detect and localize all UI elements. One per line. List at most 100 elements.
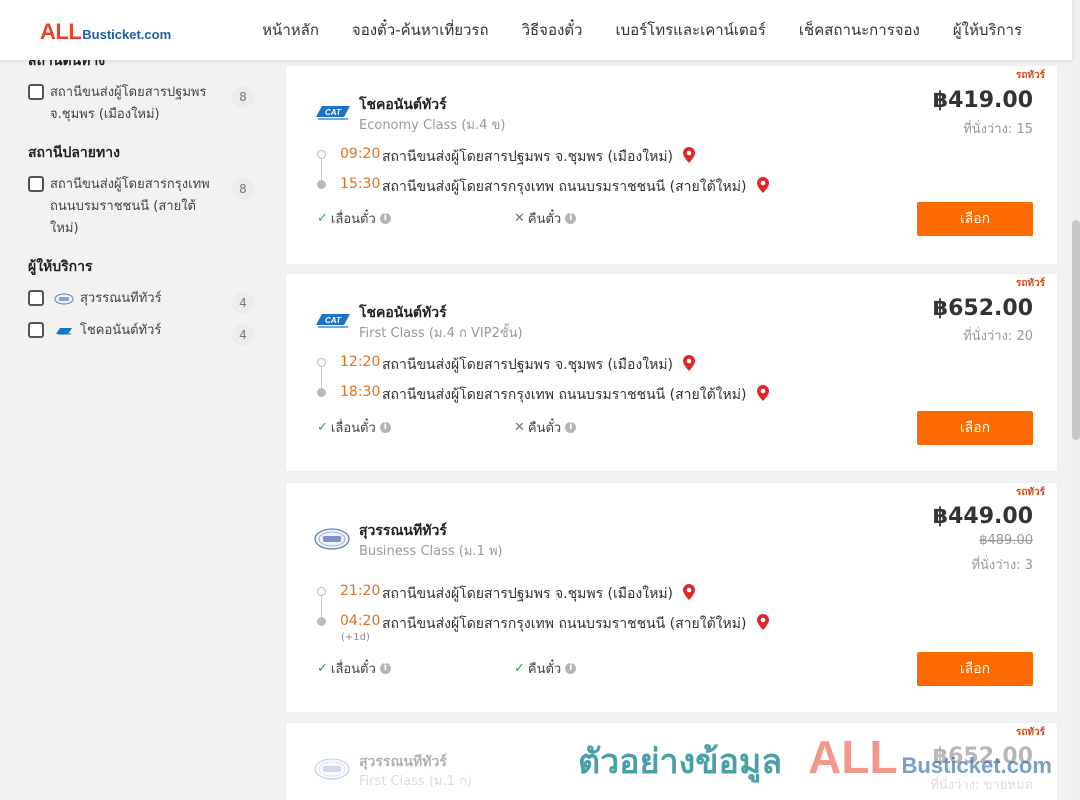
arrival-station: สถานีขนส่งผู้โดยสารกรุงเทพ ถนนบรมราชชนนี… (382, 613, 769, 635)
watermark-text: ตัวอย่างข้อมูล (578, 742, 783, 782)
arrival-station: สถานีขนส่งผู้โดยสารกรุงเทพ ถนนบรมราชชนนี… (382, 384, 769, 406)
departure-time: 21:20 (340, 583, 381, 599)
nav-check-booking[interactable]: เช็คสถานะการจอง (799, 18, 920, 42)
info-icon[interactable]: i (379, 422, 391, 433)
cross-icon: ✕ (514, 420, 525, 435)
main-nav: หน้าหลัก จองตั๋ว-ค้นหาเที่ยวรถ วิธีจองตั… (262, 0, 1022, 60)
arrival-station-name: สถานีขนส่งผู้โดยสารกรุงเทพ ถนนบรมราชชนนี… (382, 387, 747, 403)
refund-feature: ✕ คืนตั๋ว i (514, 208, 577, 229)
operator-filter-title: ผู้ให้บริการ (28, 259, 93, 275)
filter-sidebar: สถานีต้นทาง สถานีขนส่งผู้โดยสารปฐมพร จ.ช… (28, 50, 258, 346)
departure-station: สถานีขนส่งผู้โดยสารปฐมพร จ.ชุมพร (เมืองใ… (382, 583, 696, 605)
reschedule-label: เลื่อนตั๋ว (330, 212, 376, 227)
trip-card: รถทัวร์ CAT โชคอนันต์ทัวร์ Economy Class… (286, 66, 1057, 264)
destination-filter-count: 8 (232, 178, 254, 200)
bus-class: Business Class (ม.1 พ) (359, 544, 503, 559)
trip-card: รถทัวร์ สุวรรณนทีทัวร์ Business Class (ม… (286, 483, 1057, 712)
refund-feature: ✓ คืนตั๋ว i (514, 658, 577, 679)
map-pin-icon[interactable] (756, 385, 769, 401)
map-pin-icon[interactable] (683, 355, 696, 371)
arrival-station: สถานีขนส่งผู้โดยสารกรุงเทพ ถนนบรมราชชนนี… (382, 176, 769, 198)
reschedule-label: เลื่อนตั๋ว (330, 421, 376, 436)
departure-time: 12:20 (340, 354, 381, 370)
operator-filter-count: 4 (232, 324, 254, 346)
bus-class: First Class (ม.1 ก) (359, 774, 472, 789)
check-icon: ✓ (317, 420, 328, 435)
seats-available: ที่นั่งว่าง: 15 (963, 122, 1033, 137)
operator-filter-label: สุวรรณนทีทัวร์ (80, 291, 162, 306)
select-trip-button[interactable]: เลือก (917, 652, 1033, 686)
reschedule-feature: ✓ เลื่อนตั๋ว i (317, 417, 391, 438)
reschedule-feature: ✓ เลื่อนตั๋ว i (317, 658, 391, 679)
info-icon[interactable]: i (565, 663, 577, 674)
svg-text:CAT: CAT (325, 108, 342, 117)
select-trip-button[interactable]: เลือก (917, 411, 1033, 445)
scrollbar-thumb[interactable] (1072, 220, 1080, 440)
refund-label: คืนตั๋ว (527, 662, 562, 677)
departure-station-name: สถานีขนส่งผู้โดยสารปฐมพร จ.ชุมพร (เมืองใ… (382, 357, 674, 373)
map-pin-icon[interactable] (756, 177, 769, 193)
destination-filter-label: สถานีขนส่งผู้โดยสารกรุงเทพ ถนนบรมราชชนนี… (50, 177, 210, 236)
site-logo[interactable]: ALL Busticket.com (40, 19, 171, 45)
origin-filter-label: สถานีขนส่งผู้โดยสารปฐมพร จ.ชุมพร (เมืองใ… (50, 85, 207, 122)
origin-filter-count: 8 (232, 86, 254, 108)
bus-type-tag: รถทัวร์ (1015, 278, 1045, 289)
origin-checkbox[interactable] (28, 84, 44, 100)
bus-class: Economy Class (ม.4 ข) (359, 118, 506, 133)
check-icon: ✓ (317, 661, 328, 676)
select-trip-button[interactable]: เลือก (917, 202, 1033, 236)
map-pin-icon[interactable] (756, 614, 769, 630)
arrival-dot (317, 180, 326, 189)
operator-checkbox-chokanan[interactable] (28, 322, 44, 338)
map-pin-icon[interactable] (683, 147, 696, 163)
origin-filter-item[interactable]: สถานีขนส่งผู้โดยสารปฐมพร จ.ชุมพร (เมืองใ… (28, 82, 258, 126)
nav-book-search[interactable]: จองตั๋ว-ค้นหาเที่ยวรถ (352, 18, 489, 42)
nav-operators[interactable]: ผู้ให้บริการ (953, 18, 1022, 42)
destination-checkbox[interactable] (28, 176, 44, 192)
arrival-dot (317, 388, 326, 397)
operator-name: โชคอนันต์ทัวร์ (359, 97, 447, 113)
check-icon: ✓ (514, 661, 525, 676)
bus-type-tag: รถทัวร์ (1015, 70, 1045, 81)
departure-station-name: สถานีขนส่งผู้โดยสารปฐมพร จ.ชุมพร (เมืองใ… (382, 586, 674, 602)
suwannatee-logo-icon (54, 293, 74, 305)
departure-station: สถานีขนส่งผู้โดยสารปฐมพร จ.ชุมพร (เมืองใ… (382, 146, 696, 168)
suwannatee-logo-icon (314, 528, 350, 550)
operator-filter-count: 4 (232, 292, 254, 314)
suwannatee-logo-icon (314, 758, 350, 780)
departure-station-name: สถานีขนส่งผู้โดยสารปฐมพร จ.ชุมพร (เมืองใ… (382, 149, 674, 165)
departure-dot (317, 587, 326, 596)
operator-checkbox-suwannatee[interactable] (28, 290, 44, 306)
top-header: ALL Busticket.com หน้าหลัก จองตั๋ว-ค้นหา… (0, 0, 1072, 60)
next-day-indicator: (+1d) (341, 632, 370, 643)
nav-home[interactable]: หน้าหลัก (262, 18, 319, 42)
ticket-price: ฿652.00 (932, 296, 1033, 321)
bus-type-tag: รถทัวร์ (1015, 487, 1045, 498)
operator-filter-item-suwannatee[interactable]: สุวรรณนทีทัวร์ 4 (28, 288, 258, 314)
arrival-time: 04:20 (340, 613, 381, 629)
operator-filter-item-chokanan[interactable]: โชคอนันต์ทัวร์ 4 (28, 320, 258, 346)
seats-available: ที่นั่งว่าง: 20 (963, 329, 1033, 344)
departure-dot (317, 358, 326, 367)
arrival-station-name: สถานีขนส่งผู้โดยสารกรุงเทพ ถนนบรมราชชนนี… (382, 179, 747, 195)
departure-time: 09:20 (340, 146, 381, 162)
info-icon[interactable]: i (379, 663, 391, 674)
scrollbar-track[interactable] (1072, 0, 1080, 800)
reschedule-label: เลื่อนตั๋ว (330, 662, 376, 677)
destination-filter-item[interactable]: สถานีขนส่งผู้โดยสารกรุงเทพ ถนนบรมราชชนนี… (28, 174, 258, 240)
info-icon[interactable]: i (565, 422, 577, 433)
chokanan-logo-icon: CAT (316, 106, 350, 120)
check-icon: ✓ (317, 211, 328, 226)
destination-filter-title: สถานีปลายทาง (28, 145, 120, 161)
arrival-station-name: สถานีขนส่งผู้โดยสารกรุงเทพ ถนนบรมราชชนนี… (382, 616, 747, 632)
logo-all-text: ALL (40, 19, 82, 44)
logo-busticket-text: Busticket.com (82, 27, 172, 42)
sample-data-watermark: ตัวอย่างข้อมูล ALL Busticket.com (578, 730, 1052, 788)
chokanan-logo-icon (56, 328, 72, 335)
nav-how-to-book[interactable]: วิธีจองตั๋ว (522, 18, 583, 42)
nav-contact-counters[interactable]: เบอร์โทรและเคาน์เตอร์ (615, 18, 765, 42)
map-pin-icon[interactable] (683, 584, 696, 600)
info-icon[interactable]: i (565, 213, 577, 224)
info-icon[interactable]: i (379, 213, 391, 224)
refund-label: คืนตั๋ว (527, 212, 562, 227)
